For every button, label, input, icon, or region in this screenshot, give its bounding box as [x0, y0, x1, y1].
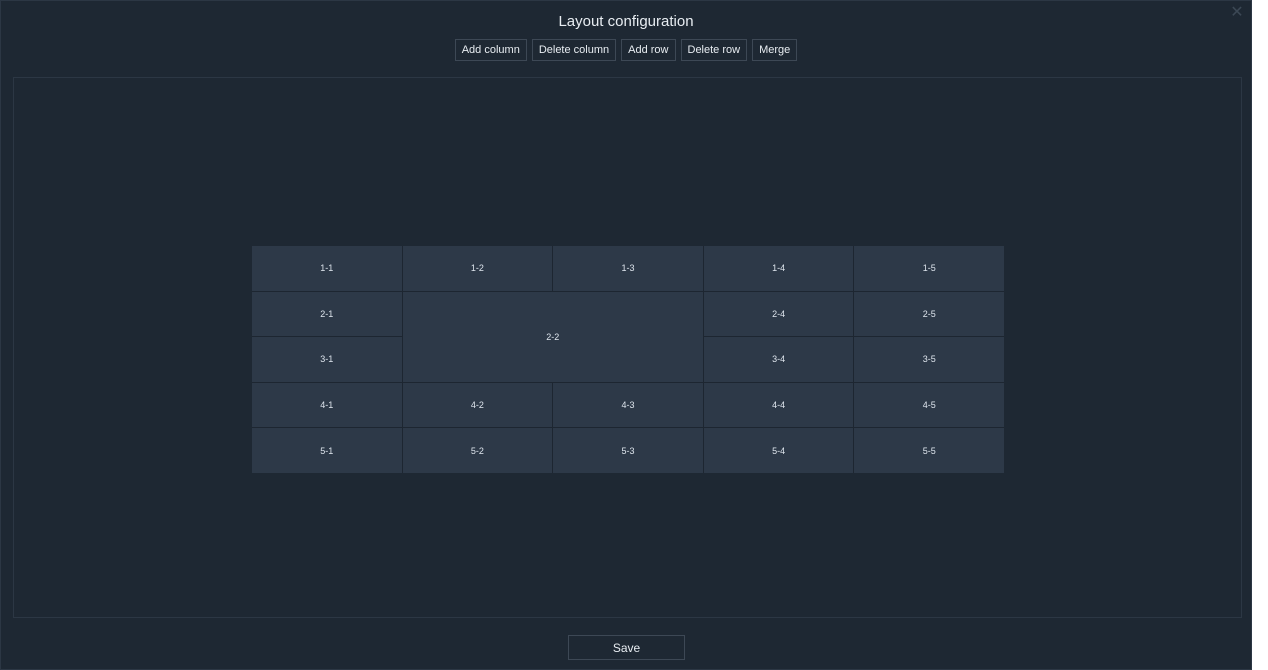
- delete-row-button[interactable]: Delete row: [680, 39, 748, 61]
- add-column-button[interactable]: Add column: [454, 39, 527, 61]
- grid-cell-4-1[interactable]: 4-1: [252, 382, 402, 428]
- grid-cell-1-2[interactable]: 1-2: [402, 246, 553, 291]
- dialog-title: Layout configuration: [558, 13, 694, 30]
- grid-cell-2-4[interactable]: 2-4: [703, 291, 854, 337]
- layout-grid: 1-1 1-2 1-3 1-4 1-5 2-1 2-2 2-4 2-5 3-1 …: [252, 246, 1004, 473]
- grid-cell-5-5[interactable]: 5-5: [854, 428, 1004, 473]
- toolbar: Add column Delete column Add row Delete …: [1, 39, 1251, 61]
- grid-cell-5-2[interactable]: 5-2: [402, 428, 553, 473]
- grid-cell-2-1[interactable]: 2-1: [252, 291, 402, 337]
- grid-cell-1-3[interactable]: 1-3: [553, 246, 703, 291]
- grid-cell-4-2[interactable]: 4-2: [402, 382, 553, 428]
- grid-cell-3-5[interactable]: 3-5: [854, 337, 1004, 382]
- grid-cell-3-4[interactable]: 3-4: [703, 337, 854, 382]
- grid-cell-1-4[interactable]: 1-4: [703, 246, 854, 291]
- grid-cell-1-1[interactable]: 1-1: [252, 246, 402, 291]
- grid-cell-4-3[interactable]: 4-3: [553, 382, 703, 428]
- grid-cell-5-4[interactable]: 5-4: [703, 428, 854, 473]
- grid-cell-5-3[interactable]: 5-3: [553, 428, 703, 473]
- merge-button[interactable]: Merge: [752, 39, 798, 61]
- grid-cell-3-1[interactable]: 3-1: [252, 337, 402, 382]
- grid-cell-4-5[interactable]: 4-5: [854, 382, 1004, 428]
- layout-canvas: 1-1 1-2 1-3 1-4 1-5 2-1 2-2 2-4 2-5 3-1 …: [13, 77, 1242, 618]
- delete-column-button[interactable]: Delete column: [531, 39, 617, 61]
- grid-cell-2-5[interactable]: 2-5: [854, 291, 1004, 337]
- layout-configuration-dialog: ✕ Layout configuration Add column Delete…: [0, 0, 1252, 670]
- grid-cell-2-2-merged[interactable]: 2-2: [402, 291, 703, 382]
- grid-cell-4-4[interactable]: 4-4: [703, 382, 854, 428]
- grid-cell-5-1[interactable]: 5-1: [252, 428, 402, 473]
- grid-cell-1-5[interactable]: 1-5: [854, 246, 1004, 291]
- save-button[interactable]: Save: [568, 635, 685, 660]
- add-row-button[interactable]: Add row: [621, 39, 676, 61]
